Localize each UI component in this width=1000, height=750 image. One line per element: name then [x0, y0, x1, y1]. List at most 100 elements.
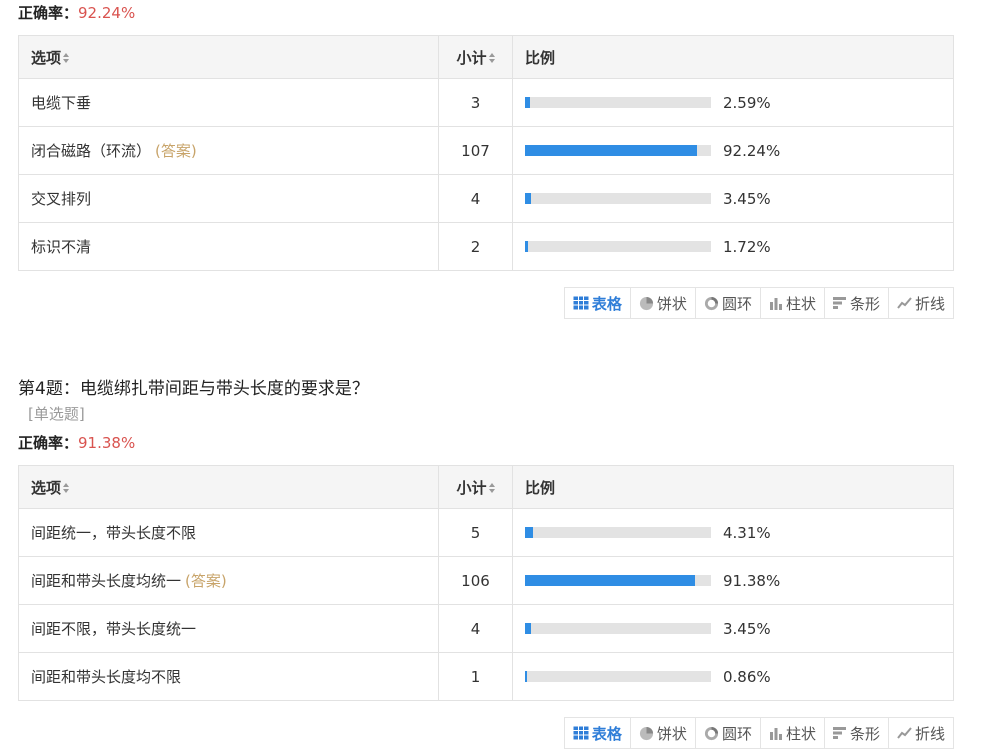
table-body: 间距统一，带头长度不限 5 4.31% 间距和带头长度均统一 (答案) 106 91.38%… [18, 508, 954, 701]
header-count-label: 小计 [456, 478, 487, 497]
tab-pie[interactable]: 饼状 [629, 287, 696, 319]
tab-table[interactable]: 表格 [563, 717, 631, 749]
sort-icon[interactable] [63, 53, 70, 63]
percent-text: 2.59% [723, 93, 771, 112]
question-4-accuracy: 正确率：91.38% [18, 432, 954, 453]
count-cell: 5 [438, 508, 513, 557]
tab-column[interactable]: 柱状 [759, 287, 825, 319]
count-cell: 3 [438, 78, 513, 127]
ring-icon [704, 726, 722, 741]
progress-bar-fill [525, 575, 695, 587]
option-text: 间距和带头长度均统一 [31, 572, 182, 590]
tab-label: 饼状 [656, 294, 687, 313]
column-icon [769, 726, 786, 740]
table-row: 交叉排列 4 3.45% [18, 174, 954, 223]
header-option[interactable]: 选项 [18, 465, 439, 509]
table-row: 闭合磁路（环流） (答案) 107 92.24% [18, 126, 954, 175]
progress-bar [525, 241, 711, 253]
ratio-cell: 91.38% [512, 556, 954, 605]
progress-bar-fill [525, 241, 529, 253]
header-count-label: 小计 [456, 48, 487, 67]
tab-label: 表格 [591, 294, 622, 313]
percent-text: 92.24% [723, 141, 781, 160]
option-cell: 电缆下垂 [18, 78, 439, 127]
sort-icon[interactable] [63, 483, 70, 493]
question-3-accuracy: 正确率：92.24% [18, 2, 954, 23]
option-cell: 交叉排列 [18, 174, 439, 223]
tab-table[interactable]: 表格 [563, 287, 631, 319]
header-option-label: 选项 [31, 478, 62, 497]
question-4-header: 第4题：电缆绑扎带间距与带头长度的要求是？ [单选题] [18, 374, 954, 424]
tab-label: 条形 [849, 294, 880, 313]
count-cell: 107 [438, 126, 513, 175]
header-option[interactable]: 选项 [18, 35, 439, 79]
option-cell: 间距不限，带头长度统一 [18, 604, 439, 653]
progress-bar-fill [525, 671, 528, 683]
option-text: 间距和带头长度均不限 [31, 668, 182, 686]
bar-icon [832, 726, 850, 740]
header-ratio: 比例 [512, 465, 954, 509]
percent-text: 4.31% [723, 523, 771, 542]
table-row: 间距统一，带头长度不限 5 4.31% [18, 508, 954, 557]
tab-label: 柱状 [785, 294, 816, 313]
tab-bar[interactable]: 条形 [823, 287, 889, 319]
progress-bar-fill [525, 623, 532, 635]
progress-bar-fill [525, 145, 697, 157]
header-count[interactable]: 小计 [438, 465, 513, 509]
chart-type-tabs: 表格 饼状 圆环 柱状 条形 折线 [563, 717, 954, 749]
table-row: 间距和带头长度均不限 1 0.86% [18, 652, 954, 701]
percent-text: 0.86% [723, 667, 771, 686]
answer-tag: (答案) [155, 142, 197, 160]
option-text: 交叉排列 [31, 190, 92, 208]
tab-bar[interactable]: 条形 [823, 717, 889, 749]
option-cell: 标识不清 [18, 222, 439, 271]
count-cell: 1 [438, 652, 513, 701]
accuracy-value: 91.38% [78, 434, 136, 452]
chart-type-tabs: 表格 饼状 圆环 柱状 条形 折线 [563, 287, 954, 319]
tab-ring[interactable]: 圆环 [694, 717, 761, 749]
tab-label: 饼状 [656, 724, 687, 743]
tab-pie[interactable]: 饼状 [629, 717, 696, 749]
bar-icon [832, 296, 850, 310]
table-header-row: 选项 小计 比例 [18, 465, 954, 509]
progress-bar-fill [525, 97, 530, 109]
header-count[interactable]: 小计 [438, 35, 513, 79]
question-3-table-container: 选项 小计 比例 电缆下垂 3 2.59% 闭合磁路（环流） (答案) 107 92.24%… [18, 35, 954, 271]
tab-line[interactable]: 折线 [887, 287, 954, 319]
progress-bar-fill [525, 193, 532, 205]
option-text: 闭合磁路（环流） [31, 142, 152, 160]
percent-text: 91.38% [723, 571, 781, 590]
progress-bar-fill [525, 527, 534, 539]
sort-icon[interactable] [488, 483, 495, 493]
progress-bar [525, 193, 711, 205]
sort-icon[interactable] [488, 53, 495, 63]
table-row: 电缆下垂 3 2.59% [18, 78, 954, 127]
option-text: 标识不清 [31, 238, 92, 256]
table-row: 标识不清 2 1.72% [18, 222, 954, 271]
count-cell: 4 [438, 604, 513, 653]
accuracy-line: 正确率：91.38% [18, 432, 954, 453]
option-cell: 间距统一，带头长度不限 [18, 508, 439, 557]
tab-column[interactable]: 柱状 [759, 717, 825, 749]
header-ratio-label: 比例 [525, 478, 556, 497]
results-table: 选项 小计 比例 电缆下垂 3 2.59% 闭合磁路（环流） (答案) 107 92.24%… [18, 35, 954, 271]
tab-label: 圆环 [721, 294, 752, 313]
option-cell: 闭合磁路（环流） (答案) [18, 126, 439, 175]
question-type: [单选题] [28, 405, 85, 423]
progress-bar [525, 145, 711, 157]
ratio-cell: 2.59% [512, 78, 954, 127]
table-icon [572, 296, 592, 310]
tab-label: 折线 [914, 724, 945, 743]
count-cell: 106 [438, 556, 513, 605]
tab-ring[interactable]: 圆环 [694, 287, 761, 319]
tab-label: 圆环 [721, 724, 752, 743]
tab-line[interactable]: 折线 [887, 717, 954, 749]
percent-text: 3.45% [723, 619, 771, 638]
ratio-cell: 4.31% [512, 508, 954, 557]
option-text: 电缆下垂 [31, 94, 92, 112]
count-cell: 4 [438, 174, 513, 223]
option-cell: 间距和带头长度均不限 [18, 652, 439, 701]
line-icon [897, 726, 915, 740]
column-icon [769, 296, 786, 310]
ratio-cell: 3.45% [512, 604, 954, 653]
